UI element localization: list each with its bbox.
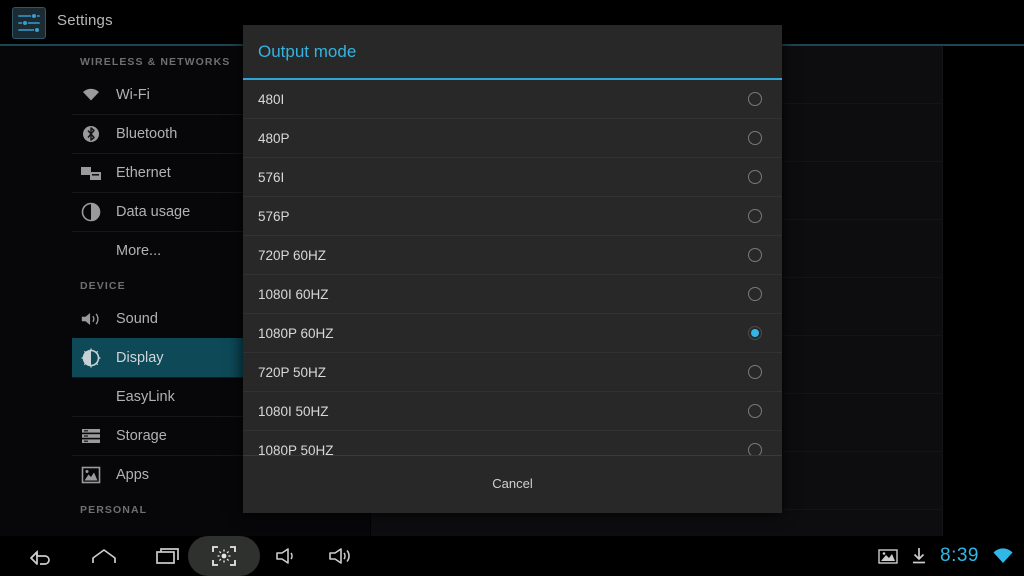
output-mode-option[interactable]: 480I: [243, 80, 782, 119]
output-mode-option[interactable]: 1080P 60HZ: [243, 314, 782, 353]
ethernet-icon: [80, 162, 102, 184]
sidebar-item-label: Wi-Fi: [116, 87, 150, 103]
output-mode-option[interactable]: 720P 50HZ: [243, 353, 782, 392]
output-mode-option-list[interactable]: 480I 480P 576I 576P 720P 60HZ 1080I 60HZ 1080P…: [243, 80, 782, 455]
radio-button[interactable]: [748, 92, 762, 106]
cancel-button[interactable]: Cancel: [492, 476, 532, 491]
sidebar-item-label: Apps: [116, 467, 150, 483]
sidebar-item-label: EasyLink: [116, 389, 175, 405]
home-icon[interactable]: [72, 536, 136, 576]
option-label: 576P: [258, 208, 290, 224]
radio-button[interactable]: [748, 131, 762, 145]
wifi-icon: [80, 84, 102, 106]
storage-icon: [80, 425, 102, 447]
output-mode-option[interactable]: 576P: [243, 197, 782, 236]
radio-button[interactable]: [748, 248, 762, 262]
radio-button[interactable]: [748, 170, 762, 184]
page-title: Settings: [57, 12, 113, 29]
output-mode-option[interactable]: 1080P 50HZ: [243, 431, 782, 455]
option-label: 1080I 50HZ: [258, 403, 329, 419]
volume-up-icon[interactable]: [310, 536, 374, 576]
screenshot-icon[interactable]: [188, 536, 260, 576]
apps-icon: [80, 464, 102, 486]
option-label: 1080P 60HZ: [258, 325, 334, 341]
radio-button[interactable]: [748, 209, 762, 223]
output-mode-option[interactable]: 576I: [243, 158, 782, 197]
sidebar-item-label: Data usage: [116, 204, 191, 220]
option-label: 480P: [258, 130, 290, 146]
option-label: 1080I 60HZ: [258, 286, 329, 302]
option-label: 1080P 50HZ: [258, 442, 334, 456]
option-label: 480I: [258, 91, 285, 107]
output-mode-option[interactable]: 1080I 60HZ: [243, 275, 782, 314]
output-mode-dialog: Output mode 480I 480P 576I 576P 720P 60HZ 108…: [243, 25, 782, 513]
download-icon[interactable]: [911, 547, 927, 565]
system-navigation-bar: 8:39: [0, 536, 1024, 576]
bluetooth-icon: [80, 123, 102, 145]
sound-icon: [80, 308, 102, 330]
option-label: 720P 60HZ: [258, 247, 327, 263]
sidebar-item-label: Storage: [116, 428, 167, 444]
android-settings-screen: Settings WIRELESS & NETWORKS Wi-Fi Bluetoo…: [0, 0, 1024, 576]
output-mode-option[interactable]: 480P: [243, 119, 782, 158]
radio-button[interactable]: [748, 443, 762, 455]
sidebar-item-label: More...: [116, 243, 162, 259]
option-label: 720P 50HZ: [258, 364, 327, 380]
image-icon[interactable]: [878, 548, 898, 565]
dialog-footer: Cancel: [243, 455, 782, 511]
data-usage-icon: [80, 201, 102, 223]
display-icon: [80, 347, 102, 369]
radio-button[interactable]: [748, 365, 762, 379]
status-clock: 8:39: [940, 545, 979, 566]
output-mode-option[interactable]: 1080I 50HZ: [243, 392, 782, 431]
settings-sliders-icon: [12, 7, 46, 39]
sidebar-item-label: Ethernet: [116, 165, 171, 181]
back-icon[interactable]: [8, 536, 72, 576]
radio-button[interactable]: [748, 404, 762, 418]
sidebar-item-label: Sound: [116, 311, 158, 327]
radio-button[interactable]: [748, 326, 762, 340]
radio-button[interactable]: [748, 287, 762, 301]
sidebar-item-label: Bluetooth: [116, 126, 178, 142]
status-bar-right: 8:39: [878, 536, 1014, 576]
output-mode-option[interactable]: 720P 60HZ: [243, 236, 782, 275]
sidebar-item-label: Display: [116, 350, 164, 366]
dialog-title: Output mode: [243, 25, 782, 80]
wifi-signal-icon: [992, 547, 1014, 565]
option-label: 576I: [258, 169, 285, 185]
